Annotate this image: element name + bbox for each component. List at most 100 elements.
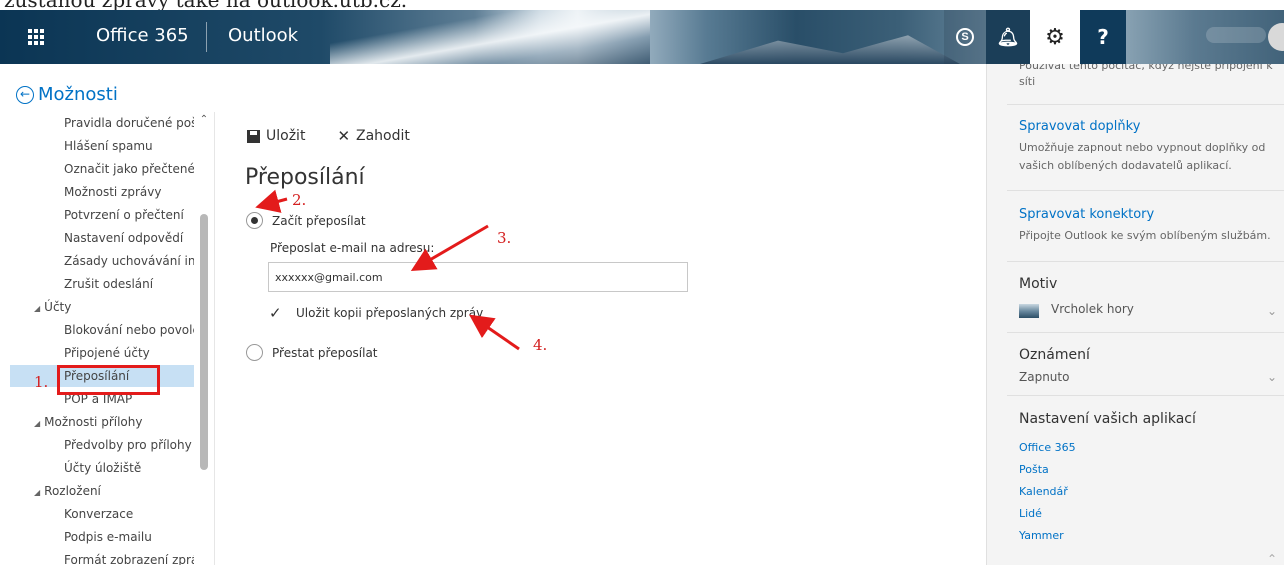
nav-item-label: Potvrzení o přečtení	[64, 208, 184, 222]
nav-item-label: Zásady uchovávání infor	[64, 254, 194, 268]
app-name-outlook[interactable]: Outlook	[228, 25, 298, 46]
nav-section-header[interactable]: ◢ Rozložení	[10, 480, 194, 502]
manage-connectors-desc: Připojte Outlook ke svým oblíbeným služb…	[1019, 229, 1271, 242]
nav-item[interactable]: Připojené účty	[10, 342, 194, 364]
app-link-yammer[interactable]: Yammer	[1019, 529, 1064, 542]
toolbar: Uložit ✕ Zahodit	[247, 127, 410, 145]
nav-item[interactable]: Pravidla doručené pošt	[10, 112, 194, 134]
save-label: Uložit	[266, 128, 306, 144]
manage-addins-link[interactable]: Spravovat doplňky	[1019, 119, 1140, 134]
theme-value[interactable]: Vrcholek hory	[1051, 302, 1134, 316]
annotation-arrow-2	[255, 189, 288, 213]
nav-item-label: Možnosti zprávy	[64, 185, 162, 199]
panel-divider	[1007, 104, 1284, 105]
nav-item[interactable]: Hlášení spamu	[10, 135, 194, 157]
nav-item-label: Účty úložiště	[64, 461, 142, 475]
nav-item-label: Zrušit odeslání	[64, 277, 154, 291]
page-title: Přeposílání	[245, 165, 365, 190]
collapse-triangle-icon[interactable]: ◢	[34, 419, 40, 428]
nav-item[interactable]: Možnosti zprávy	[10, 181, 194, 203]
chevron-down-icon[interactable]: ⌄	[1267, 370, 1277, 384]
skype-button[interactable]: S	[944, 10, 986, 64]
app-link-office365[interactable]: Office 365	[1019, 441, 1076, 454]
nav-item-label: Podpis e-mailu	[64, 530, 152, 544]
offline-setting-text: Používat tento počítač, když nejste přip…	[1019, 64, 1273, 88]
user-name-blurred[interactable]	[1206, 27, 1266, 43]
nav-item[interactable]: Blokování nebo povolení	[10, 319, 194, 341]
nav-item-label: Blokování nebo povolení	[64, 323, 194, 337]
chevron-down-icon[interactable]: ⌄	[1267, 304, 1277, 318]
forward-address-label: Přeposlat e-mail na adresu:	[270, 241, 435, 255]
avatar[interactable]	[1268, 23, 1284, 51]
nav-item[interactable]: Formát zobrazení zpráv	[10, 549, 194, 565]
nav-item-label: Předvolby pro přílohy	[64, 438, 192, 452]
notifications-heading: Oznámení	[1019, 347, 1090, 363]
nav-item[interactable]: Předvolby pro přílohy	[10, 434, 194, 456]
settings-button[interactable]: ⚙	[1030, 10, 1080, 64]
keep-copy-label[interactable]: Uložit kopii přeposlaných zpráv	[296, 306, 483, 320]
keep-copy-checkbox[interactable]: ✓	[269, 305, 286, 322]
x-icon: ✕	[337, 127, 351, 145]
nav-section-header[interactable]: ◢ Účty	[10, 296, 194, 318]
nav-item[interactable]: Konverzace	[10, 503, 194, 525]
scrollbar-thumb[interactable]	[200, 214, 208, 470]
nav-item-label: Označit jako přečtené	[64, 162, 194, 176]
start-forwarding-label[interactable]: Začít přeposílat	[272, 214, 366, 228]
header-background	[330, 10, 650, 64]
theme-thumbnail[interactable]	[1019, 304, 1039, 318]
nav-section-header[interactable]: ◢ Možnosti přílohy	[10, 411, 194, 433]
nav-item-label: Možnosti přílohy	[44, 415, 143, 429]
nav-item[interactable]: Zrušit odeslání	[10, 273, 194, 295]
nav-item-label: Hlášení spamu	[64, 139, 153, 153]
help-button[interactable]: ?	[1080, 10, 1126, 64]
collapse-triangle-icon[interactable]: ◢	[34, 488, 40, 497]
stop-forwarding-radio[interactable]	[246, 344, 263, 361]
nav-scrollbar[interactable]: ⌃	[199, 114, 209, 565]
annotation-4: 4.	[533, 336, 548, 354]
scroll-up-icon[interactable]: ⌃	[1267, 552, 1277, 565]
floppy-disk-icon	[247, 129, 260, 143]
skype-icon: S	[956, 28, 974, 46]
waffle-icon[interactable]	[14, 10, 58, 64]
nav-item[interactable]: Označit jako přečtené	[10, 158, 194, 180]
header-mountain	[700, 35, 960, 64]
discard-button[interactable]: ✕ Zahodit	[337, 127, 409, 145]
app-link-mail[interactable]: Pošta	[1019, 463, 1049, 476]
annotation-arrow-4	[469, 314, 520, 351]
save-button[interactable]: Uložit	[247, 127, 305, 145]
stop-forwarding-label[interactable]: Přestat přeposílat	[272, 346, 378, 360]
back-arrow-circle-icon: ←	[16, 85, 34, 104]
manage-connectors-link[interactable]: Spravovat konektory	[1019, 207, 1154, 222]
annotation-3: 3.	[497, 229, 512, 247]
settings-panel: Používat tento počítač, když nejste přip…	[987, 64, 1284, 565]
top-bar: Office 365 Outlook S 🔔︎ ⚙ ?	[0, 10, 1284, 64]
collapse-triangle-icon[interactable]: ◢	[34, 304, 40, 313]
forward-address-input[interactable]	[268, 262, 688, 292]
back-label: Možnosti	[38, 84, 118, 105]
scroll-up-icon[interactable]: ⌃	[199, 114, 209, 125]
help-icon: ?	[1097, 25, 1109, 49]
nav-item-label: Konverzace	[64, 507, 134, 521]
nav-item-label: Nastavení odpovědí	[64, 231, 184, 245]
gear-icon: ⚙	[1045, 24, 1065, 50]
office365-brand[interactable]: Office 365	[96, 25, 189, 46]
app-link-calendar[interactable]: Kalendář	[1019, 485, 1068, 498]
outlook-options-page: zůstanou zprávy také na outlook.utb.cz. …	[0, 0, 1284, 565]
app-link-people[interactable]: Lidé	[1019, 507, 1042, 520]
theme-heading: Motiv	[1019, 276, 1058, 292]
nav-item[interactable]: Zásady uchovávání infor	[10, 250, 194, 272]
annotation-2: 2.	[292, 191, 307, 209]
manage-addins-desc: Umožňuje zapnout nebo vypnout doplňky od…	[1019, 141, 1266, 172]
notifications-value[interactable]: Zapnuto	[1019, 370, 1069, 384]
nav-item[interactable]: Účty úložiště	[10, 457, 194, 479]
nav-item[interactable]: Potvrzení o přečtení	[10, 204, 194, 226]
nav-divider	[214, 112, 215, 565]
start-forwarding-radio[interactable]	[246, 212, 263, 229]
bell-icon: 🔔︎	[996, 26, 1020, 48]
annotation-highlight-box	[57, 365, 160, 395]
nav-item[interactable]: Nastavení odpovědí	[10, 227, 194, 249]
annotation-1: 1.	[34, 373, 49, 391]
notifications-button[interactable]: 🔔︎	[986, 10, 1030, 64]
nav-item[interactable]: Podpis e-mailu	[10, 526, 194, 548]
back-to-options-link[interactable]: ← Možnosti	[16, 84, 118, 105]
